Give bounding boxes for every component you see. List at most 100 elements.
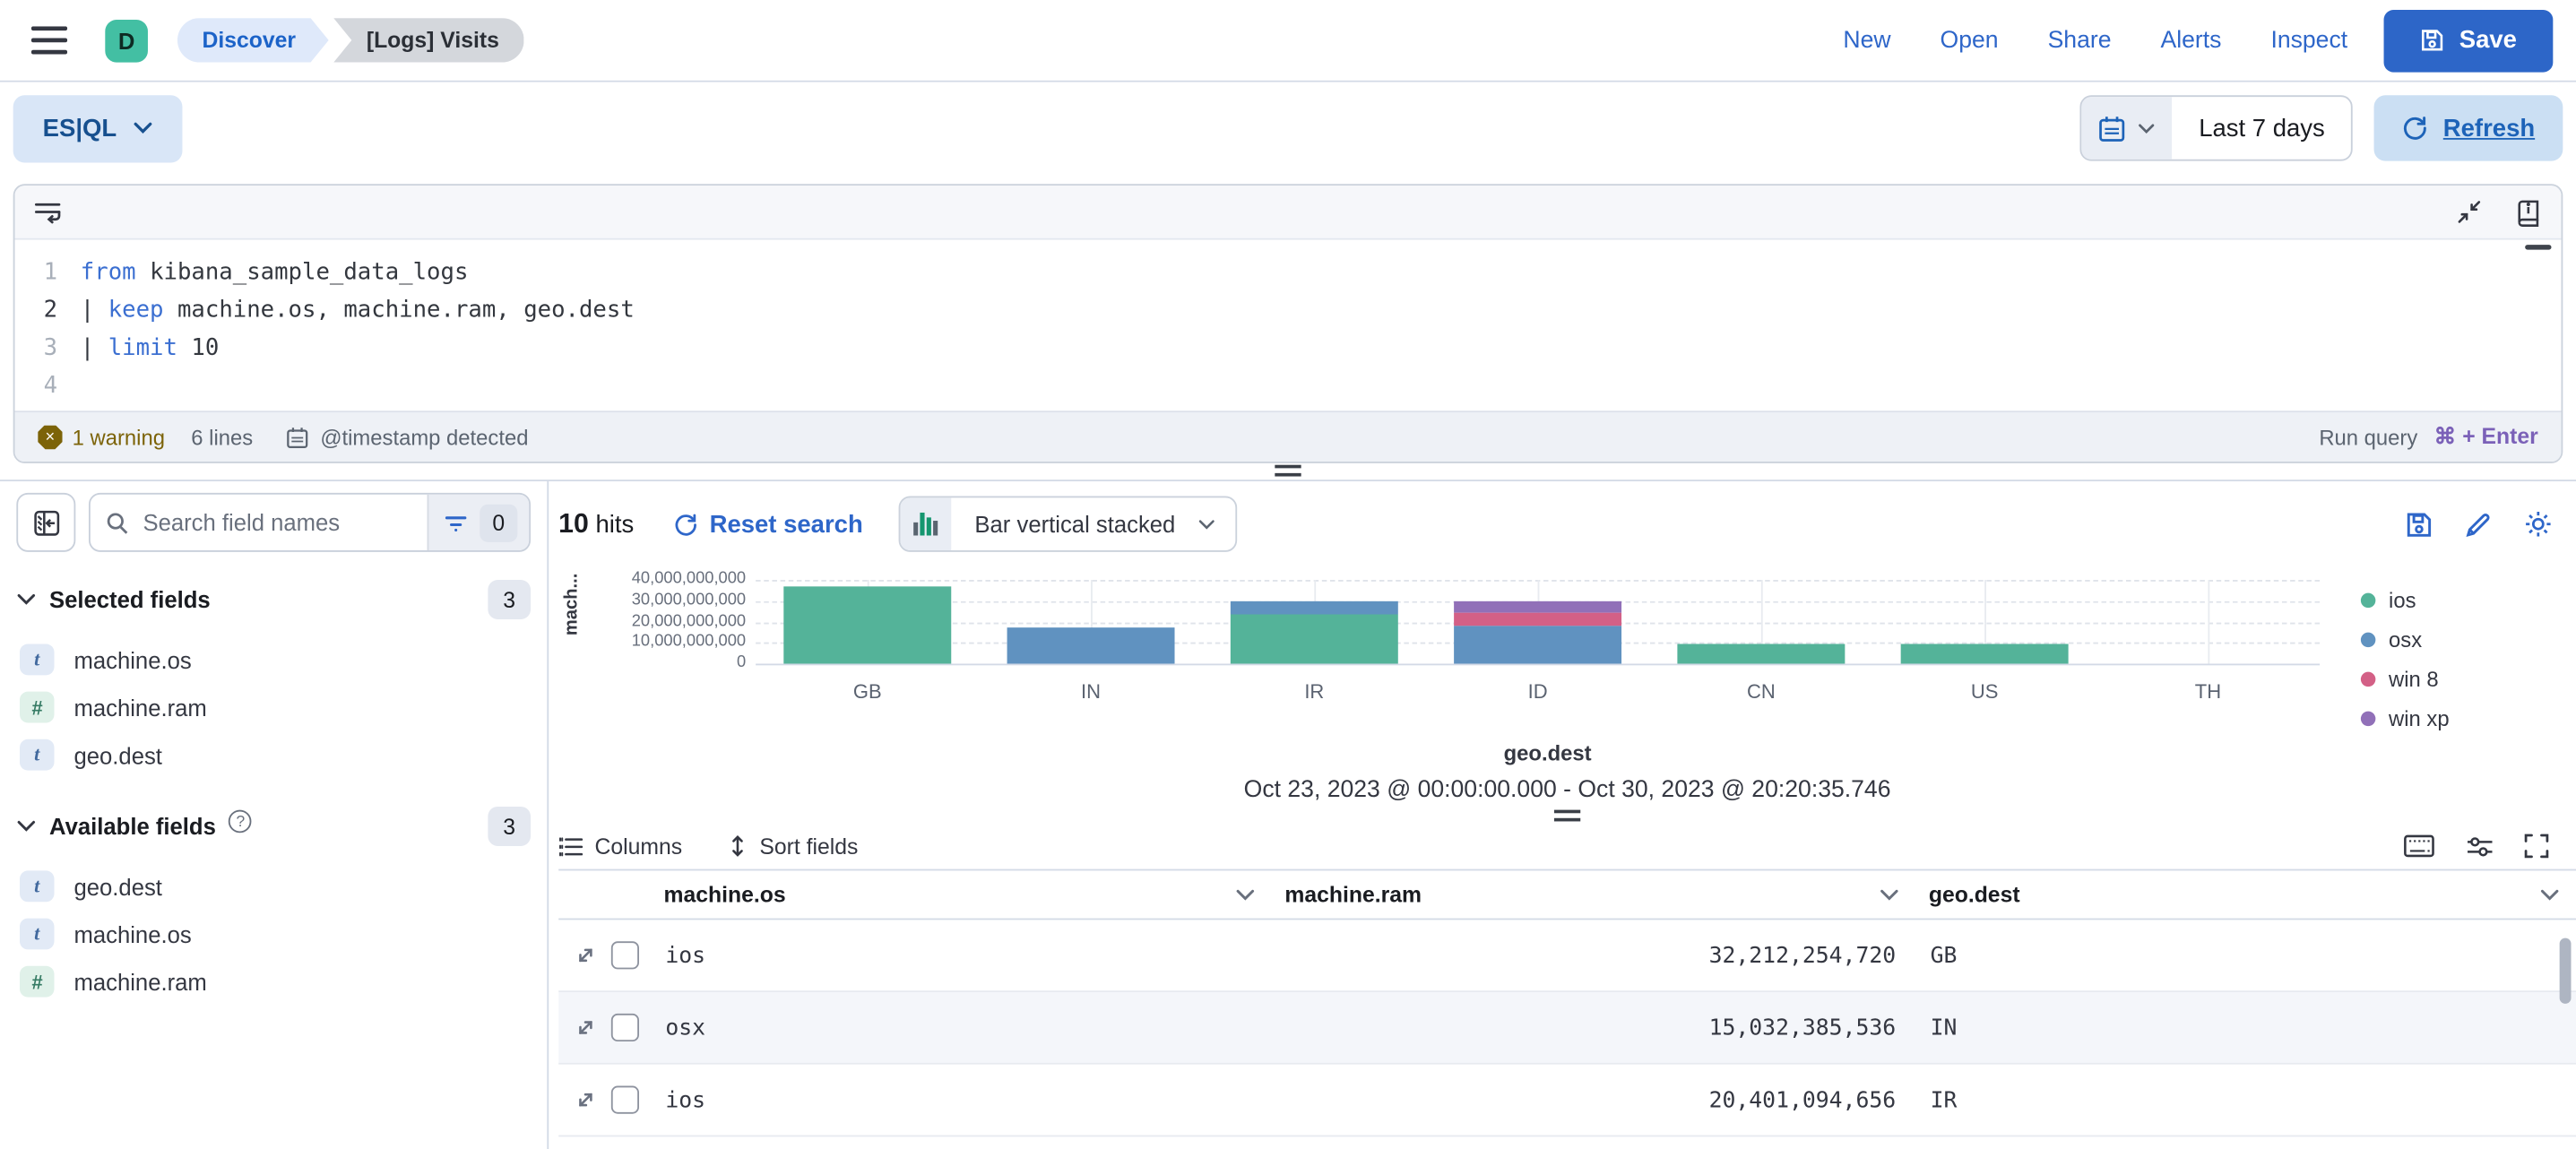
y-tick-label: 40,000,000,000 <box>631 570 747 589</box>
top-action-inspect[interactable]: Inspect <box>2270 27 2347 53</box>
column-header-machine.ram[interactable]: machine.ram <box>1272 870 1915 918</box>
resize-grip-icon[interactable] <box>1275 464 1301 477</box>
save-button[interactable]: Save <box>2383 9 2554 72</box>
code-token: | <box>80 296 108 324</box>
data-grid: machine.os machine.ram geo.dest ios 32,212,… <box>558 868 2576 1137</box>
top-action-alerts[interactable]: Alerts <box>2160 27 2221 53</box>
chevron-down-icon[interactable] <box>1235 888 1255 902</box>
editor-scrollbar[interactable] <box>2525 245 2552 250</box>
chart-settings-gear-icon[interactable] <box>2523 509 2553 539</box>
legend-item-win-xp[interactable]: win xp <box>2360 698 2450 738</box>
code-lines: 1 from kibana_sample_data_logs 2 | keep mac… <box>14 253 2561 404</box>
code-line[interactable]: 4 <box>14 367 2561 404</box>
bar-segment-ios[interactable] <box>783 585 952 664</box>
bar-segment-ios[interactable] <box>1900 644 2069 664</box>
top-actions: New Open Share Alerts Inspect <box>1843 27 2347 53</box>
cell-geo-dest: IR <box>1930 1086 1958 1113</box>
code-line[interactable]: 3 | limit 10 <box>14 329 2561 367</box>
chevron-down-icon[interactable] <box>2540 888 2560 902</box>
row-checkbox[interactable] <box>610 1013 639 1042</box>
code-token: keep <box>108 296 164 324</box>
editor-resize-handle[interactable] <box>0 463 2576 482</box>
code-token: machine.os, machine.ram, geo.dest <box>163 296 635 324</box>
breadcrumb: Discover [Logs] Visits <box>177 18 524 63</box>
field-section-header-0[interactable]: Selected fields 3 <box>16 580 532 620</box>
esql-language-button[interactable]: ES|QL <box>13 94 183 162</box>
help-icon[interactable]: ? <box>229 809 253 834</box>
chart-type-select[interactable]: Bar vertical stacked <box>899 496 1239 552</box>
reset-search-link[interactable]: Reset search <box>673 510 863 538</box>
row-checkbox[interactable] <box>610 941 639 970</box>
legend-item-osx[interactable]: osx <box>2360 619 2450 659</box>
warning-count[interactable]: 1 warning <box>73 425 165 449</box>
time-range-value[interactable]: Last 7 days <box>2173 97 2351 160</box>
bar-segment-osx[interactable] <box>1007 626 1175 664</box>
x-axis-title: geo.dest <box>1503 740 1592 766</box>
bar-segment-ios[interactable] <box>1677 644 1846 664</box>
legend-label: win xp <box>2389 705 2450 730</box>
code-line[interactable]: 1 from kibana_sample_data_logs <box>14 253 2561 290</box>
top-header: D Discover [Logs] Visits New Open Share Ale… <box>0 0 2576 82</box>
keyboard-shortcuts-icon[interactable] <box>2404 834 2435 858</box>
edit-visualization-icon[interactable] <box>2464 510 2492 538</box>
field-item-geo.dest[interactable]: t geo.dest <box>16 731 531 779</box>
columns-button[interactable]: Columns <box>558 834 682 859</box>
bar-segment-win-xp[interactable] <box>1454 601 1622 613</box>
date-picker-toggle[interactable] <box>2082 97 2173 160</box>
query-code-editor[interactable]: 1 from kibana_sample_data_logs 2 | keep mac… <box>14 239 2562 411</box>
editor-toolbar <box>14 186 2562 240</box>
bar-segment-osx[interactable] <box>1454 625 1622 664</box>
expand-row-icon[interactable] <box>575 1089 597 1110</box>
menu-hamburger-button[interactable] <box>20 11 79 70</box>
code-line[interactable]: 2 | keep machine.os, machine.ram, geo.des… <box>14 290 2561 328</box>
search-field-names-input[interactable] <box>143 509 428 536</box>
fullscreen-icon[interactable] <box>2523 833 2549 859</box>
documentation-icon[interactable] <box>2515 198 2541 227</box>
bar-segment-ios[interactable] <box>1230 615 1398 664</box>
column-header-geo.dest[interactable]: geo.dest <box>1915 870 2576 918</box>
hits-label: hits <box>595 510 635 539</box>
legend-dot-icon <box>2360 592 2376 608</box>
field-item-machine.ram[interactable]: # machine.ram <box>16 958 531 1006</box>
editor-footer: × 1 warning 6 lines @timestamp detected … <box>14 410 2562 462</box>
line-number: 4 <box>43 372 58 399</box>
expand-row-icon[interactable] <box>575 945 597 966</box>
wrap-lines-icon[interactable] <box>34 200 62 224</box>
refresh-button[interactable]: Refresh <box>2373 95 2563 161</box>
field-filter-button[interactable]: 0 <box>427 494 530 551</box>
y-tick-label: 20,000,000,000 <box>631 611 747 630</box>
save-visualization-icon[interactable] <box>2405 510 2433 538</box>
field-count-badge: 3 <box>488 580 532 620</box>
x-tick-label: CN <box>1746 679 1776 704</box>
field-item-machine.ram[interactable]: # machine.ram <box>16 683 531 730</box>
shrink-editor-icon[interactable] <box>2456 199 2482 225</box>
table-scrollbar[interactable] <box>2559 937 2572 1004</box>
field-item-geo.dest[interactable]: t geo.dest <box>16 862 531 910</box>
legend-item-win-8[interactable]: win 8 <box>2360 659 2450 698</box>
column-header-machine.os[interactable]: machine.os <box>651 870 1272 918</box>
expand-row-icon[interactable] <box>575 1017 597 1039</box>
sort-fields-button[interactable]: Sort fields <box>728 834 858 859</box>
chart-resize-grip[interactable] <box>1553 809 1581 822</box>
chevron-down-icon[interactable] <box>1880 888 1899 902</box>
top-action-open[interactable]: Open <box>1941 27 1999 53</box>
hamburger-icon <box>30 25 68 55</box>
display-options-sliders-icon[interactable] <box>2466 834 2493 858</box>
field-item-machine.os[interactable]: t machine.os <box>16 910 531 957</box>
top-action-new[interactable]: New <box>1843 27 1890 53</box>
x-tick-label: IR <box>1304 679 1325 704</box>
breadcrumb-discover[interactable]: Discover <box>177 18 329 62</box>
field-list: t geo.dest t machine.os # machine.ram <box>16 862 531 1005</box>
bar-segment-win-8[interactable] <box>1454 612 1622 626</box>
results-header: 10 hits Reset search Bar vertical stacke… <box>558 481 2576 557</box>
top-action-share[interactable]: Share <box>2048 27 2112 53</box>
legend-item-ios[interactable]: ios <box>2360 580 2450 619</box>
collapse-sidebar-button[interactable] <box>16 492 76 552</box>
bar-segment-osx[interactable] <box>1230 601 1398 616</box>
number-field-icon: # <box>19 691 55 723</box>
hits-value: 10 <box>558 508 589 539</box>
field-section-header-1[interactable]: Available fields? 3 <box>16 806 532 846</box>
run-query-label[interactable]: Run query <box>2319 425 2417 449</box>
row-checkbox[interactable] <box>610 1085 639 1114</box>
field-item-machine.os[interactable]: t machine.os <box>16 635 531 683</box>
